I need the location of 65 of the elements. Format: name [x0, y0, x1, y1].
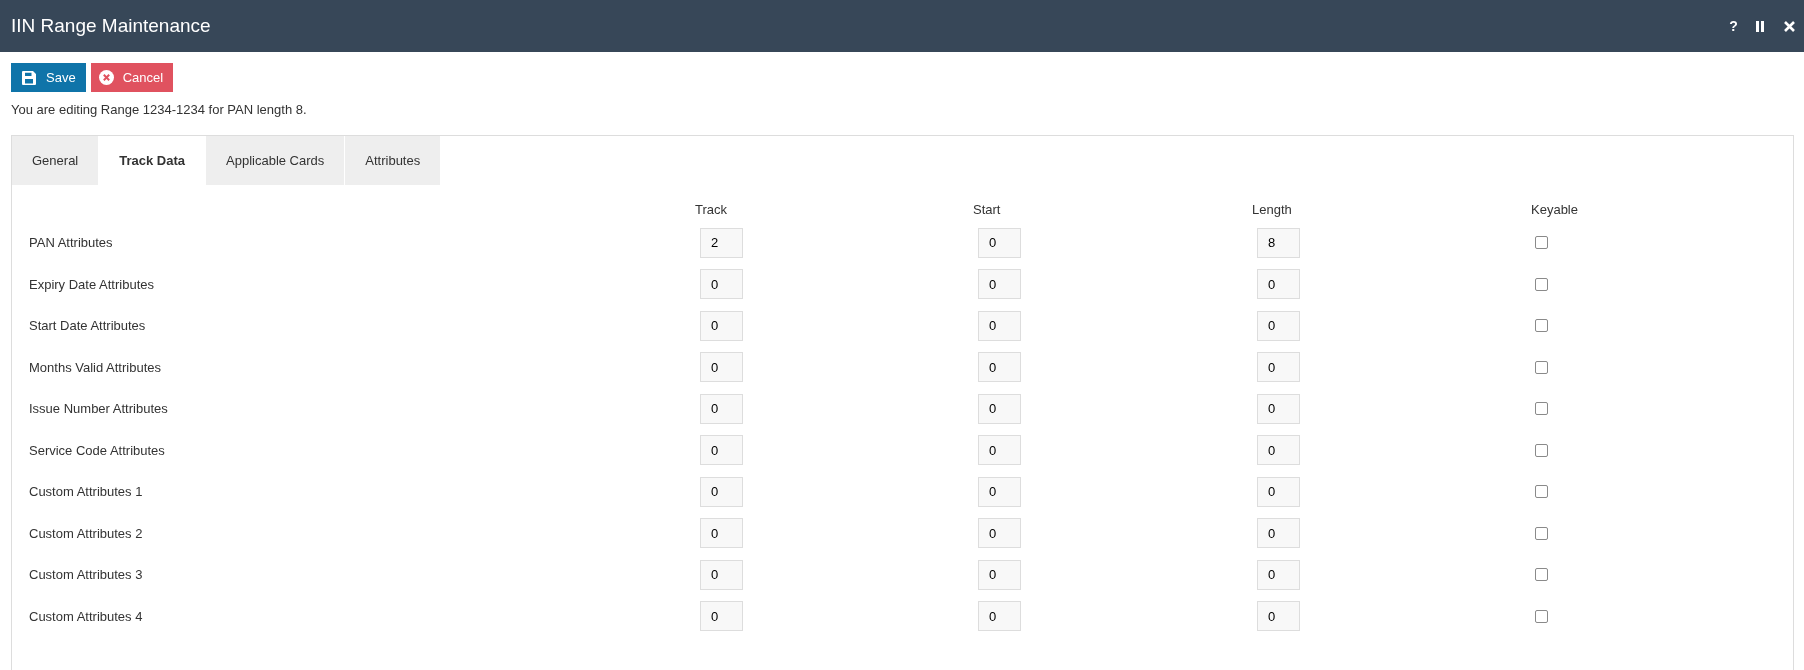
keyable-checkbox[interactable]: [1535, 568, 1548, 582]
row-label: Start Date Attributes: [29, 318, 146, 334]
keyable-checkbox[interactable]: [1535, 402, 1548, 416]
save-button[interactable]: Save: [11, 63, 86, 92]
track-field[interactable]: 0: [700, 559, 743, 590]
keyable-checkbox[interactable]: [1535, 526, 1548, 540]
close-icon[interactable]: [1784, 20, 1795, 32]
keyable-checkbox[interactable]: [1535, 319, 1548, 333]
length-field[interactable]: 0: [1257, 518, 1300, 549]
length-field[interactable]: 0: [1257, 476, 1300, 507]
pause-icon[interactable]: [1756, 20, 1764, 32]
keyable-checkbox[interactable]: [1535, 609, 1548, 623]
track-field[interactable]: 0: [700, 518, 743, 549]
tab[interactable]: General: [12, 136, 99, 185]
track-field[interactable]: 0: [700, 269, 743, 300]
start-field[interactable]: 0: [978, 476, 1021, 507]
row-label: Custom Attributes 3: [29, 567, 143, 583]
length-field[interactable]: 0: [1257, 393, 1300, 424]
row-label: Issue Number Attributes: [29, 401, 168, 417]
length-field[interactable]: 0: [1257, 352, 1300, 383]
tab[interactable]: Attributes: [345, 136, 441, 185]
circle-x-icon: [98, 70, 114, 85]
start-field[interactable]: 0: [978, 601, 1021, 632]
length-field[interactable]: 8: [1257, 227, 1300, 258]
start-field[interactable]: 0: [978, 310, 1021, 341]
keyable-checkbox[interactable]: [1535, 236, 1548, 250]
start-field[interactable]: 0: [978, 352, 1021, 383]
keyable-checkbox[interactable]: [1535, 277, 1548, 291]
row-label: Custom Attributes 4: [29, 608, 143, 624]
track-field[interactable]: 2: [700, 227, 743, 258]
start-field[interactable]: 0: [978, 227, 1021, 258]
row-label: PAN Attributes: [29, 235, 113, 251]
column-header: Keyable: [1531, 201, 1578, 217]
keyable-checkbox[interactable]: [1535, 485, 1548, 499]
track-field[interactable]: 0: [700, 393, 743, 424]
length-field[interactable]: 0: [1257, 269, 1300, 300]
column-header: Start: [973, 201, 1001, 217]
track-field[interactable]: 0: [700, 352, 743, 383]
column-header: Track: [695, 201, 728, 217]
track-field[interactable]: 0: [700, 435, 743, 466]
start-field[interactable]: 0: [978, 435, 1021, 466]
editing-message: You are editing Range 1234-1234 for PAN length 8.: [11, 102, 308, 118]
length-field[interactable]: 0: [1257, 435, 1300, 466]
length-field[interactable]: 0: [1257, 310, 1300, 341]
keyable-checkbox[interactable]: [1535, 360, 1548, 374]
tab[interactable]: Applicable Cards: [206, 136, 345, 185]
length-field[interactable]: 0: [1257, 559, 1300, 590]
start-field[interactable]: 0: [978, 559, 1021, 590]
help-button[interactable]: ?: [1729, 18, 1738, 34]
start-field[interactable]: 0: [978, 518, 1021, 549]
track-field[interactable]: 0: [700, 476, 743, 507]
row-label: Expiry Date Attributes: [29, 276, 154, 292]
window-title: IIN Range Maintenance: [11, 15, 212, 37]
cancel-button[interactable]: Cancel: [90, 63, 174, 92]
track-field[interactable]: 0: [700, 601, 743, 632]
row-label: Service Code Attributes: [29, 442, 165, 458]
length-field[interactable]: 0: [1257, 601, 1300, 632]
row-label: Months Valid Attributes: [29, 359, 161, 375]
start-field[interactable]: 0: [978, 393, 1021, 424]
keyable-checkbox[interactable]: [1535, 443, 1548, 457]
row-label: Custom Attributes 1: [29, 484, 143, 500]
column-header: Length: [1252, 201, 1292, 217]
track-field[interactable]: 0: [700, 310, 743, 341]
row-label: Custom Attributes 2: [29, 525, 143, 541]
start-field[interactable]: 0: [978, 269, 1021, 300]
